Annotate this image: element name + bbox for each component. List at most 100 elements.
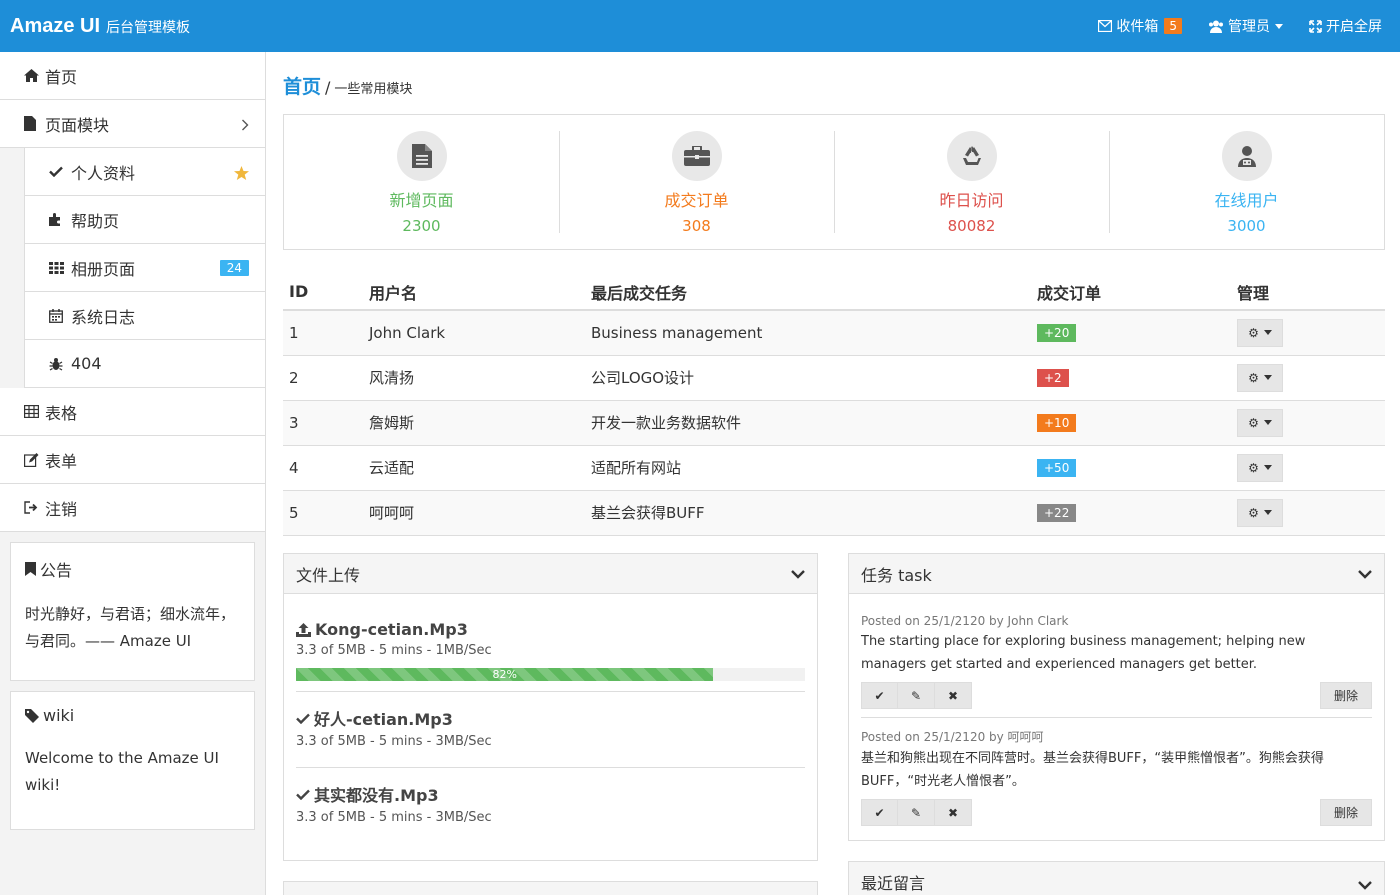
recycle-icon — [946, 131, 997, 181]
sidebar-item-label: 表格 — [45, 403, 78, 423]
sidebar-item-label: 系统日志 — [71, 307, 136, 327]
task-edit-button[interactable]: ✎ — [898, 682, 935, 709]
file-name: 其实都没有.Mp3 — [296, 782, 805, 806]
star-icon — [234, 162, 249, 181]
gallery-count-badge: 24 — [219, 259, 249, 276]
manage-dropdown-button[interactable]: ⚙ — [1237, 498, 1283, 527]
gear-icon: ⚙ — [1248, 505, 1259, 520]
caret-down-icon — [1263, 510, 1272, 515]
gear-icon: ⚙ — [1248, 415, 1259, 430]
comments-panel-header[interactable]: 最近留言 — [849, 862, 1384, 895]
cell-orders: +2 — [1031, 355, 1231, 401]
caret-down-icon — [1263, 375, 1272, 380]
caret-down-icon — [1275, 23, 1283, 29]
notice-title-text: 公告 — [40, 561, 73, 580]
sidebar-item-form[interactable]: 表单 — [0, 436, 265, 484]
gear-icon: ⚙ — [1248, 370, 1259, 385]
table-icon — [24, 404, 42, 420]
sidebar-item-label: 帮助页 — [71, 211, 120, 231]
sidebar-item-pages[interactable]: 页面模块 — [0, 100, 265, 148]
inbox-label: 收件箱 — [1116, 19, 1159, 35]
chevron-down-icon[interactable] — [1358, 564, 1372, 583]
sidebar: 首页 页面模块 个人资料 帮助页 相册页面 24 系统日志 404 表格 表单 … — [0, 52, 266, 895]
sidebar-item-table[interactable]: 表格 — [0, 388, 265, 436]
manage-dropdown-button[interactable]: ⚙ — [1237, 453, 1283, 482]
sidebar-item-profile[interactable]: 个人资料 — [24, 148, 265, 196]
sidebar-item-label: 表单 — [45, 451, 78, 471]
check-icon — [296, 786, 310, 802]
stat-label: 成交订单 — [664, 191, 729, 210]
file-icon — [24, 116, 42, 132]
stat-online-users[interactable]: 在线用户 3000 — [1109, 115, 1384, 249]
cell-user: 詹姆斯 — [363, 400, 585, 446]
cell-id: 1 — [283, 310, 363, 356]
sidebar-item-logout[interactable]: 注销 — [0, 484, 265, 532]
manage-dropdown-button[interactable]: ⚙ — [1237, 363, 1283, 392]
task-complete-button[interactable]: ✔ — [861, 799, 898, 826]
stat-value: 3000 — [1227, 217, 1266, 235]
task-meta: Posted on 25/1/2120 by John Clark — [861, 614, 1069, 628]
sidebar-item-404[interactable]: 404 — [24, 340, 265, 388]
check-icon — [49, 164, 69, 180]
task-item: Posted on 25/1/2120 by John Clark The st… — [861, 604, 1372, 718]
task-text: 基兰和狗熊出现在不同阵营时。基兰会获得BUFF，“装甲熊憎恨者”。狗熊会获得BU… — [861, 751, 1324, 789]
briefcase-icon — [671, 131, 722, 181]
sidebar-item-log[interactable]: 系统日志 — [24, 292, 265, 340]
sidebar-item-label: 首页 — [45, 67, 78, 87]
upload-panel-header[interactable]: 文件上传 — [284, 554, 817, 594]
cell-task: 开发一款业务数据软件 — [585, 400, 1031, 446]
admin-menu[interactable]: 管理员 — [1208, 16, 1283, 36]
task-delete-button[interactable]: 删除 — [1320, 682, 1372, 709]
cell-manage: ⚙ — [1231, 490, 1385, 536]
gear-icon: ⚙ — [1248, 325, 1259, 340]
cell-manage: ⚙ — [1231, 310, 1385, 356]
file-name-text: 好人-cetian.Mp3 — [314, 710, 453, 729]
expand-icon — [1309, 18, 1322, 34]
task-text: The starting place for exploring busines… — [861, 634, 1306, 672]
sidebar-item-label: 注销 — [45, 499, 78, 519]
task-panel: 任务 task Posted on 25/1/2120 by John Clar… — [848, 553, 1385, 841]
comments-panel: 最近留言 — [848, 861, 1385, 895]
sidebar-item-home[interactable]: 首页 — [0, 52, 265, 100]
close-icon: ✖ — [947, 688, 959, 703]
stat-orders[interactable]: 成交订单 308 — [559, 115, 834, 249]
task-close-button[interactable]: ✖ — [935, 799, 972, 826]
stat-label: 昨日访问 — [939, 191, 1004, 210]
stats-bar: 新增页面 2300 成交订单 308 昨日访问 80082 在线用户 3000 — [283, 114, 1385, 250]
notice-body: 时光静好，与君语；细水流年，与君同。—— Amaze UI — [25, 605, 236, 650]
wiki-body: Welcome to the Amaze UI wiki! — [25, 749, 219, 794]
bookmark-icon — [25, 561, 36, 577]
bug-icon — [49, 356, 69, 372]
cell-manage: ⚙ — [1231, 400, 1385, 446]
breadcrumb-home[interactable]: 首页 — [283, 72, 321, 99]
stat-value: 2300 — [402, 217, 441, 235]
chevron-down-icon[interactable] — [791, 564, 805, 583]
header-actions: 收件箱 5 管理员 开启全屏 — [1072, 16, 1400, 36]
file-meta: 3.3 of 5MB - 5 mins - 1MB/Sec — [296, 643, 492, 658]
task-close-button[interactable]: ✖ — [935, 682, 972, 709]
brand[interactable]: Amaze UI 后台管理模板 — [0, 15, 190, 38]
check-icon — [296, 710, 310, 726]
orders-badge: +22 — [1037, 504, 1077, 522]
task-delete-button[interactable]: 删除 — [1320, 799, 1372, 826]
task-edit-button[interactable]: ✎ — [898, 799, 935, 826]
sidebar-item-help[interactable]: 帮助页 — [24, 196, 265, 244]
task-panel-header[interactable]: 任务 task — [849, 554, 1384, 594]
stat-value: 80082 — [947, 217, 996, 235]
file-item: 好人-cetian.Mp3 3.3 of 5MB - 5 mins - 3MB/… — [296, 692, 805, 768]
main-content: 首页 / 一些常用模块 新增页面 2300 成交订单 308 昨日访问 8008… — [283, 52, 1385, 895]
chevron-down-icon[interactable] — [1358, 875, 1372, 894]
cell-orders: +20 — [1031, 310, 1231, 356]
orders-table: ID 用户名 最后成交任务 成交订单 管理 1 John Clark Busin… — [283, 274, 1385, 536]
upload-panel-title: 文件上传 — [296, 565, 361, 585]
inbox-link[interactable]: 收件箱 5 — [1098, 16, 1182, 36]
sidebar-item-gallery[interactable]: 相册页面 24 — [24, 244, 265, 292]
stat-visits[interactable]: 昨日访问 80082 — [834, 115, 1109, 249]
stat-new-pages[interactable]: 新增页面 2300 — [284, 115, 559, 249]
manage-dropdown-button[interactable]: ⚙ — [1237, 318, 1283, 347]
wiki-title-text: wiki — [43, 706, 75, 725]
fullscreen-toggle[interactable]: 开启全屏 — [1309, 16, 1382, 36]
task-complete-button[interactable]: ✔ — [861, 682, 898, 709]
brand-main: Amaze UI — [10, 14, 101, 37]
manage-dropdown-button[interactable]: ⚙ — [1237, 408, 1283, 437]
